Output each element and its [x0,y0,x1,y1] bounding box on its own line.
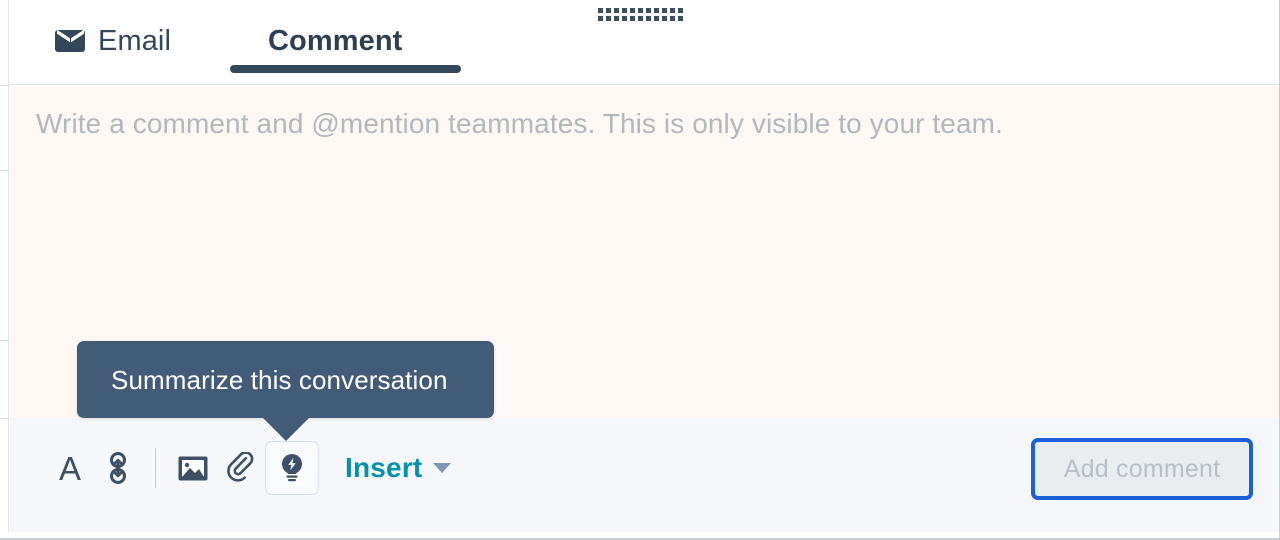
composer-panel: Email Comment Write a comment and @menti… [10,0,1279,532]
composer-toolbar: A Insert Add comment [10,418,1279,532]
chevron-down-icon [433,463,452,473]
left-gutter [0,0,9,532]
attach-file-button[interactable] [217,444,265,492]
insert-link-button[interactable] [94,444,142,492]
image-icon [178,456,208,480]
lightbulb-bolt-icon [282,454,302,482]
tab-active-indicator [230,65,461,73]
toolbar-buttons: A Insert [46,440,453,496]
tab-comment-label: Comment [268,24,403,57]
insert-image-button[interactable] [169,444,217,492]
tooltip-text: Summarize this conversation [111,364,448,395]
summarize-tooltip: Summarize this conversation [77,341,494,418]
comment-placeholder: Write a comment and @mention teammates. … [36,108,1003,139]
tab-email-label: Email [98,24,172,57]
tab-email[interactable]: Email [55,18,171,64]
text-format-button[interactable]: A [46,444,94,492]
drag-grip-icon[interactable] [598,8,684,22]
tab-header: Email Comment [10,0,1279,85]
tooltip-arrow [262,417,310,441]
paperclip-icon [227,452,254,482]
link-icon [110,452,126,484]
add-comment-button[interactable]: Add comment [1031,438,1253,500]
text-format-icon: A [58,449,81,487]
tab-comment[interactable]: Comment [268,18,402,64]
envelope-icon [55,30,85,52]
insert-dropdown-button[interactable]: Insert [343,450,453,486]
toolbar-divider [155,448,156,488]
summarize-button[interactable] [265,441,319,495]
insert-label: Insert [345,452,423,483]
comment-composer-screen: Email Comment Write a comment and @menti… [0,0,1280,540]
